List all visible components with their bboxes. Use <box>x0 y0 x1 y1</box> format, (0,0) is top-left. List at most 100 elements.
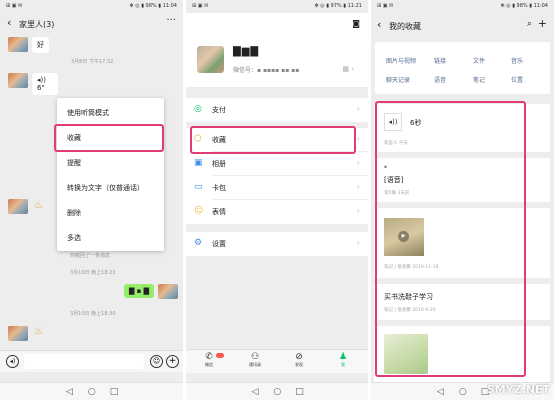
avatar[interactable] <box>8 199 28 214</box>
wechat-id: 微信号：▪ ▪▪▪▪ ▪▪ ▪▪ <box>233 67 300 74</box>
menu-row-label: 卡包 <box>212 184 226 192</box>
menu-row-stickers[interactable]: ☺ 表情 › <box>186 200 368 224</box>
message-input[interactable] <box>24 354 144 369</box>
bottom-tab-bar: ✆ 微信 ... ⚇ 通讯录 ⊘ 发现 ♟ 我 <box>186 349 368 373</box>
profile-card[interactable]: ◙ ▇▆▇ 微信号：▪ ▪▪▪▪ ▪▪ ▪▪ ▦ › <box>186 13 368 87</box>
tab-chats[interactable]: ✆ 微信 ... <box>194 352 224 368</box>
context-menu: 使用听筒模式 收藏 提醒 转换为文字（仅普通话） 删除 多选 <box>57 98 164 251</box>
chevron-right-icon: › <box>356 158 360 167</box>
status-icons-right: ✻ ◎ ▮ 97% ▮ 11:21 <box>314 3 362 9</box>
status-icons-left: ⊞ ▣ ✉ <box>377 3 394 9</box>
category-location[interactable]: 位置 <box>511 75 523 84</box>
more-icon[interactable]: ··· <box>166 15 176 26</box>
menu-row-album[interactable]: ▣ 相册 › <box>186 152 368 176</box>
status-icons-left: ⊞ ▣ ✉ <box>6 3 23 9</box>
chevron-right-icon: › <box>356 134 360 143</box>
camera-icon[interactable]: ◙ <box>352 19 360 28</box>
me-screen: ⊞ ▣ ✉ ✻ ◎ ▮ 97% ▮ 11:21 ◙ ▇▆▇ 微信号：▪ ▪▪▪▪… <box>186 0 368 400</box>
chat-screen: ⊞ ▣ ✉ ✻ ◎ ▮ 98% ▮ 11:04 ‹ 家里人(3) ··· 好 3… <box>0 0 183 400</box>
back-icon[interactable]: ‹ <box>7 16 11 29</box>
plus-icon[interactable]: + <box>166 355 179 368</box>
avatar-self[interactable] <box>158 284 178 299</box>
status-icons-right: ✻ ◎ ▮ 98% ▮ 11:04 <box>129 3 177 9</box>
nav-back-icon[interactable]: ◁ <box>437 387 444 397</box>
timestamp: 3月10日 晚上18:23 <box>70 270 116 276</box>
nav-recent-icon[interactable]: □ <box>110 387 119 397</box>
annotation-highlight-favorites <box>190 126 356 154</box>
compass-icon: ⊘ <box>295 352 303 362</box>
menu-row-pay[interactable]: ◎ 支付 › <box>186 98 368 122</box>
category-files[interactable]: 文件 <box>473 56 485 65</box>
nav-home-icon[interactable]: ○ <box>459 387 467 397</box>
menu-row-label: 表情 <box>212 208 226 216</box>
chevron-right-icon: › <box>356 206 360 215</box>
tab-label: 发现 <box>295 362 303 367</box>
avatar[interactable] <box>197 46 224 73</box>
status-bar: ⊞ ▣ ✉ ✻ ◎ ▮ 98% ▮ 11:04 <box>0 0 183 13</box>
nav-back-icon[interactable]: ◁ <box>252 387 259 397</box>
category-chat-history[interactable]: 聊天记录 <box>386 75 410 84</box>
person-icon: ♟ <box>338 352 348 362</box>
category-voice[interactable]: 语音 <box>434 75 446 84</box>
album-icon: ▣ <box>194 158 203 168</box>
avatar[interactable] <box>8 326 28 341</box>
menu-item-multi-select[interactable]: 多选 <box>67 233 81 243</box>
system-nav-bar: ◁ ○ □ <box>186 382 368 400</box>
emoji-icon[interactable]: ☺ <box>150 355 163 368</box>
avatar[interactable] <box>8 37 28 52</box>
tab-label: 微信 <box>205 362 213 367</box>
search-icon[interactable]: ⌕ <box>527 19 532 29</box>
menu-item-delete[interactable]: 删除 <box>67 208 81 218</box>
tab-label: 我 <box>341 362 345 367</box>
message-bubble[interactable]: 好 <box>32 37 49 53</box>
category-links[interactable]: 链接 <box>434 56 446 65</box>
menu-item-convert-to-text[interactable]: 转换为文字（仅普通话） <box>67 183 144 193</box>
chat-input-bar: ◂) ☺ + <box>0 350 183 372</box>
category-notes[interactable]: 笔记 <box>473 75 485 84</box>
menu-item-remind[interactable]: 提醒 <box>67 158 81 168</box>
chevron-right-icon: › <box>356 238 360 247</box>
category-music[interactable]: 音乐 <box>511 56 523 65</box>
voice-input-icon[interactable]: ◂) <box>6 355 19 368</box>
tab-contacts[interactable]: ⚇ 通讯录 <box>240 352 270 368</box>
favorites-header: ‹ 我的收藏 ⌕ + <box>371 13 554 39</box>
chat-title: 家里人(3) <box>19 20 55 29</box>
pay-icon: ◎ <box>194 104 202 114</box>
nav-back-icon[interactable]: ◁ <box>66 387 73 397</box>
card-wallet-icon: ▭ <box>194 182 203 192</box>
status-bar: ⊞ ▣ ✉ ✻ ◎ ▮ 98% ▮ 11:04 <box>371 0 554 13</box>
avatar[interactable] <box>8 73 28 88</box>
recalled-notice: 你撤回了一条消息 <box>70 253 111 259</box>
timestamp: 3月8日 下午17:32 <box>71 59 114 65</box>
qr-code-icon[interactable]: ▦ › <box>342 65 354 73</box>
chevron-right-icon: › <box>356 182 360 191</box>
menu-item-earpiece-mode[interactable]: 使用听筒模式 <box>67 108 109 118</box>
sticker-message[interactable]: ♨ <box>34 200 43 211</box>
annotation-highlight-favorites-list <box>375 101 526 377</box>
menu-row-settings[interactable]: ⚙ 设置 › <box>186 232 368 256</box>
menu-row-label: 设置 <box>212 240 226 248</box>
status-icons-left: ⊞ ▣ ✉ <box>192 3 209 9</box>
menu-row-cards[interactable]: ▭ 卡包 › <box>186 176 368 200</box>
status-icons-right: ✻ ◎ ▮ 98% ▮ 11:04 <box>500 3 548 9</box>
tab-label: 通讯录 <box>249 362 261 367</box>
nav-recent-icon[interactable]: □ <box>295 387 304 397</box>
gear-icon: ⚙ <box>194 238 203 248</box>
contacts-icon: ⚇ <box>250 352 260 362</box>
favorites-screen: ⊞ ▣ ✉ ✻ ◎ ▮ 98% ▮ 11:04 ‹ 我的收藏 ⌕ + 图片与视频… <box>371 0 554 400</box>
nav-home-icon[interactable]: ○ <box>88 387 96 397</box>
timestamp: 3月10日 晚上18:30 <box>70 311 116 317</box>
add-icon[interactable]: + <box>538 17 547 30</box>
message-bubble-self[interactable]: ▇ ▪ ▇ <box>124 284 154 298</box>
voice-message[interactable]: ◂)) 6" <box>32 73 58 95</box>
nav-home-icon[interactable]: ○ <box>273 387 281 397</box>
sticker-message[interactable]: ♨ <box>34 326 43 337</box>
back-icon[interactable]: ‹ <box>377 18 381 31</box>
screenshot-collage: ⊞ ▣ ✉ ✻ ◎ ▮ 98% ▮ 11:04 ‹ 家里人(3) ··· 好 3… <box>0 0 554 400</box>
tab-discover[interactable]: ⊘ 发现 <box>284 352 314 368</box>
chevron-right-icon: › <box>356 104 360 113</box>
category-photos-videos[interactable]: 图片与视频 <box>386 56 416 65</box>
profile-name: ▇▆▇ <box>233 46 260 57</box>
tab-me[interactable]: ♟ 我 <box>328 352 358 368</box>
site-watermark: SMYZ.NET <box>486 383 550 396</box>
